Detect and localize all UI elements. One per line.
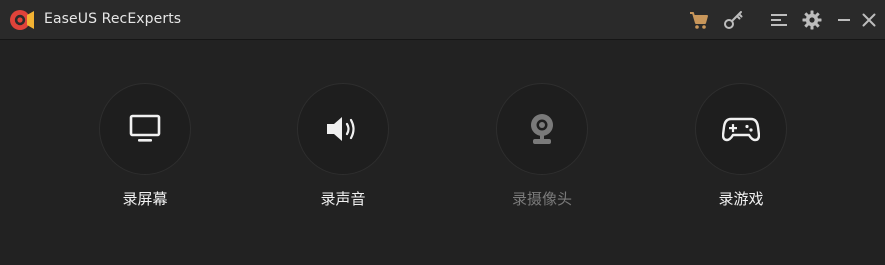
title-bar[interactable]: EaseUS RecExperts <box>0 0 885 40</box>
record-audio-button[interactable]: 录声音 <box>293 83 393 209</box>
record-audio-circle[interactable] <box>297 83 389 175</box>
record-screen-label: 录屏幕 <box>122 190 168 208</box>
gear-icon[interactable] <box>801 9 823 31</box>
record-game-button[interactable]: 录游戏 <box>691 83 791 209</box>
cart-icon[interactable] <box>688 9 710 31</box>
record-audio-label: 录声音 <box>320 190 366 208</box>
app-title: EaseUS RecExperts <box>44 11 182 27</box>
record-screen-button[interactable]: 录屏幕 <box>95 83 195 209</box>
app-logo-icon <box>10 10 34 30</box>
record-game-circle[interactable] <box>695 83 787 175</box>
close-icon[interactable] <box>858 9 880 31</box>
key-icon[interactable] <box>722 9 744 31</box>
minimize-icon[interactable] <box>833 9 855 31</box>
app-window: EaseUS RecExperts 录屏幕 录声音 录摄像头 录游戏 <box>0 0 885 265</box>
monitor-icon <box>129 114 161 142</box>
record-webcam-label: 录摄像头 <box>511 190 572 208</box>
record-webcam-button[interactable]: 录摄像头 <box>492 83 592 209</box>
recording-modes-panel: 录屏幕 录声音 录摄像头 录游戏 <box>0 40 885 265</box>
menu-icon[interactable] <box>768 9 790 31</box>
webcam-icon <box>531 114 553 144</box>
record-webcam-circle[interactable] <box>496 83 588 175</box>
record-game-label: 录游戏 <box>718 190 764 208</box>
speaker-icon <box>327 117 355 141</box>
gamepad-icon <box>722 117 760 142</box>
record-screen-circle[interactable] <box>99 83 191 175</box>
